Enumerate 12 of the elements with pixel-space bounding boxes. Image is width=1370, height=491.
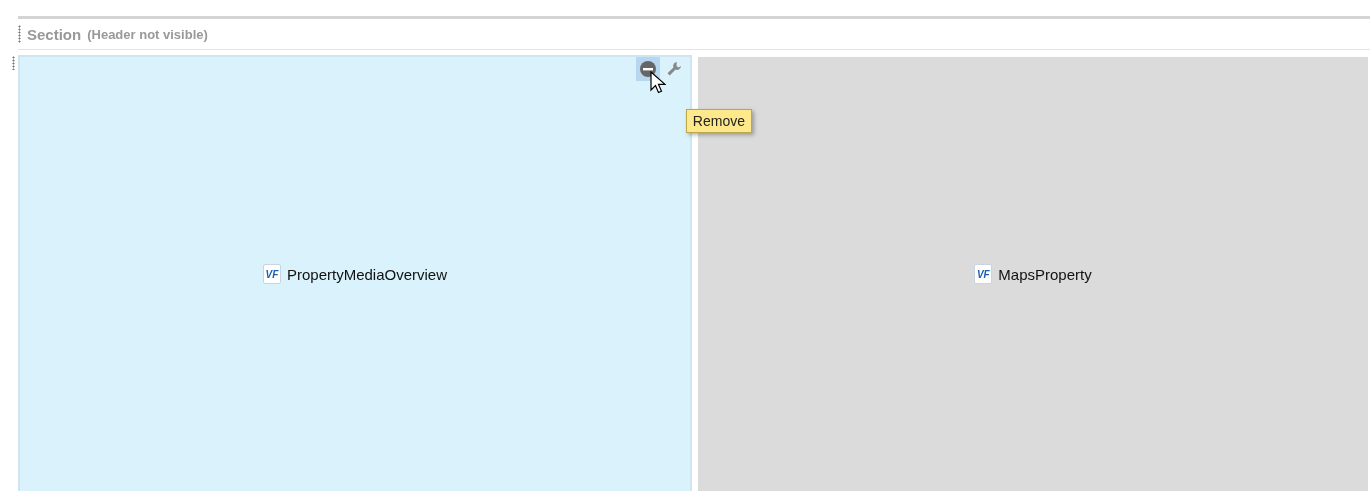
cursor-icon (650, 71, 666, 95)
drag-handle-icon[interactable] (12, 56, 15, 70)
wrench-icon (665, 60, 683, 78)
component-name: MapsProperty (998, 265, 1092, 283)
visualforce-page-icon: VF (262, 264, 281, 284)
section-title: Section (27, 25, 82, 43)
section-note: (Header not visible) (87, 26, 208, 42)
component-name: PropertyMediaOverview (286, 265, 448, 283)
remove-button[interactable] (636, 57, 660, 81)
visualforce-page-icon: VF (974, 264, 993, 284)
tooltip: Remove (685, 109, 752, 133)
drag-handle-icon[interactable] (18, 25, 21, 43)
